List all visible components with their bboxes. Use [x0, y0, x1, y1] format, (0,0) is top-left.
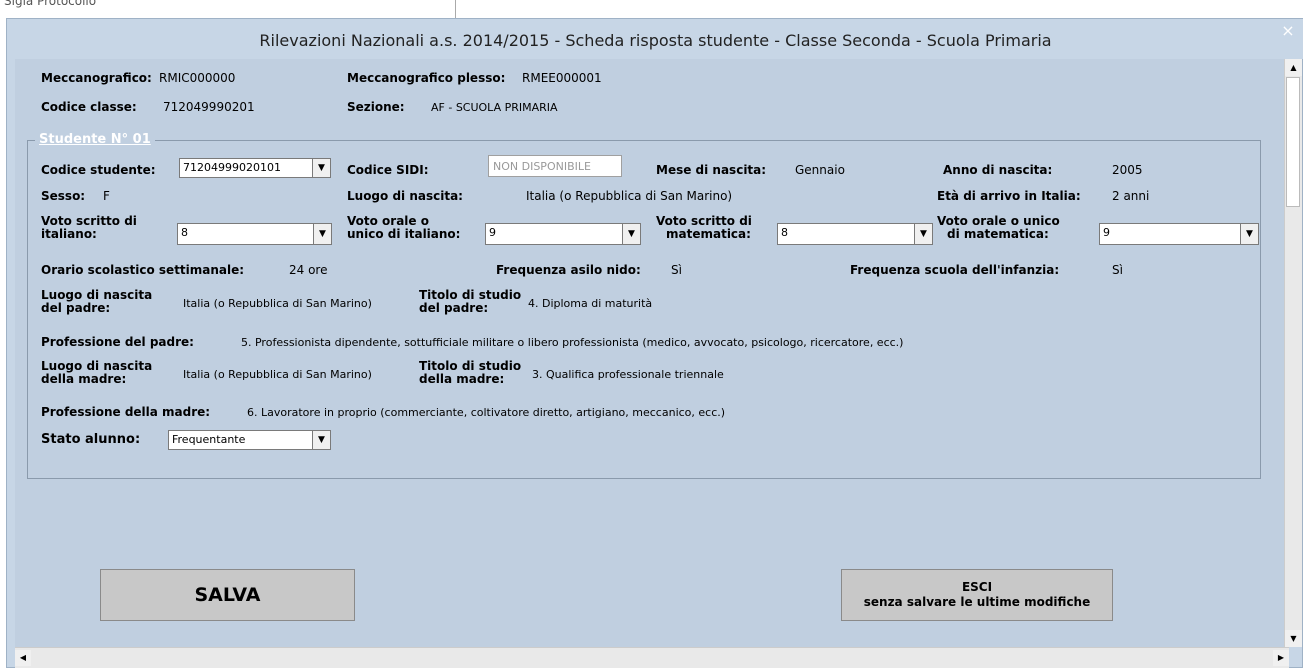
background-divider — [455, 0, 456, 18]
sesso-value: F — [103, 189, 110, 203]
asilo-nido-label: Frequenza asilo nido: — [496, 263, 641, 277]
titolo-studio-padre-value: 4. Diploma di maturità — [528, 297, 653, 310]
meccanografico-value: RMIC000000 — [159, 71, 236, 85]
asilo-nido-value: Sì — [671, 263, 682, 277]
voto-orale-italiano-value: 9 — [489, 226, 496, 239]
professione-padre-label: Professione del padre: — [41, 335, 194, 349]
meccanografico-label: Meccanografico: — [41, 71, 152, 85]
voto-orale-matematica-label: Voto orale o unico di matematica: — [937, 215, 1060, 241]
luogo-nascita-madre-label-line2: della madre: — [41, 372, 127, 386]
voto-scritto-italiano-value: 8 — [181, 226, 188, 239]
esci-button-label-line1: ESCI — [961, 580, 993, 594]
anno-nascita-label: Anno di nascita: — [943, 163, 1053, 177]
professione-madre-label: Professione della madre: — [41, 405, 211, 419]
codice-classe-label: Codice classe: — [41, 100, 137, 114]
scuola-infanzia-label: Frequenza scuola dell'infanzia: — [850, 263, 1060, 277]
voto-scritto-italiano-label-line2: italiano: — [41, 227, 97, 241]
codice-sidi-field[interactable]: NON DISPONIBILE — [488, 155, 622, 177]
chevron-down-icon[interactable]: ▼ — [914, 224, 932, 244]
meccanografico-plesso-value: RMEE000001 — [522, 71, 602, 85]
vertical-scrollbar[interactable]: ▲ ▼ — [1284, 59, 1302, 647]
background-window-strip: Sigla Protocollo — [0, 0, 1303, 18]
professione-madre-value: 6. Lavoratore in proprio (commerciante, … — [247, 406, 726, 419]
scroll-down-icon[interactable]: ▼ — [1285, 630, 1302, 647]
anno-nascita-value: 2005 — [1112, 163, 1143, 177]
luogo-nascita-padre-value: Italia (o Repubblica di San Marino) — [183, 297, 372, 310]
horizontal-scrollbar[interactable]: ◀ ▶ — [15, 647, 1289, 668]
scroll-thumb[interactable] — [1286, 77, 1300, 207]
eta-arrivo-label: Età di arrivo in Italia: — [937, 189, 1081, 203]
dialog-window: Rilevazioni Nazionali a.s. 2014/2015 - S… — [6, 18, 1303, 668]
voto-orale-italiano-label-line2: unico di italiano: — [347, 227, 461, 241]
voto-orale-matematica-value: 9 — [1103, 226, 1110, 239]
voto-orale-italiano-label: Voto orale o unico di italiano: — [347, 215, 460, 241]
stato-alunno-label: Stato alunno: — [41, 432, 141, 447]
scroll-left-icon[interactable]: ◀ — [15, 650, 31, 666]
luogo-nascita-madre-value: Italia (o Repubblica di San Marino) — [183, 368, 372, 381]
voto-scritto-matematica-label-line2: matematica: — [666, 227, 751, 241]
professione-padre-value: 5. Professionista dipendente, sottuffici… — [241, 336, 904, 349]
chevron-down-icon[interactable]: ▼ — [1240, 224, 1258, 244]
codice-sidi-value: NON DISPONIBILE — [493, 160, 591, 173]
chevron-down-icon[interactable]: ▼ — [312, 159, 330, 177]
eta-arrivo-value: 2 anni — [1112, 189, 1150, 203]
voto-orale-matematica-label-line2: di matematica: — [947, 227, 1049, 241]
esci-button-label-line2: senza salvare le ultime modifiche — [863, 595, 1091, 609]
scuola-infanzia-value: Sì — [1112, 263, 1123, 277]
title-bar: Rilevazioni Nazionali a.s. 2014/2015 - S… — [7, 19, 1303, 59]
voto-scritto-matematica-combo[interactable]: 8 ▼ — [777, 223, 933, 245]
titolo-studio-madre-value: 3. Qualifica professionale triennale — [532, 368, 724, 381]
voto-orale-italiano-combo[interactable]: 9 ▼ — [485, 223, 641, 245]
titolo-studio-madre-label-line2: della madre: — [419, 372, 505, 386]
orario-value: 24 ore — [289, 263, 328, 277]
luogo-nascita-padre-label-line2: del padre: — [41, 301, 111, 315]
stato-alunno-value: Frequentante — [172, 433, 246, 446]
chevron-down-icon[interactable]: ▼ — [312, 431, 330, 449]
mese-nascita-value: Gennaio — [795, 163, 845, 177]
voto-orale-matematica-combo[interactable]: 9 ▼ — [1099, 223, 1259, 245]
sezione-value: AF - SCUOLA PRIMARIA — [431, 101, 558, 114]
luogo-nascita-madre-label: Luogo di nascita della madre: — [41, 360, 152, 386]
student-frame-title: Studente N° 01 — [35, 132, 155, 147]
stato-alunno-combo[interactable]: Frequentante ▼ — [168, 430, 331, 450]
codice-studente-combo[interactable]: 71204999020101 ▼ — [179, 158, 331, 178]
sezione-label: Sezione: — [347, 100, 405, 114]
voto-scritto-italiano-combo[interactable]: 8 ▼ — [177, 223, 332, 245]
luogo-nascita-label: Luogo di nascita: — [347, 189, 463, 203]
salva-button[interactable]: SALVA — [100, 569, 355, 621]
titolo-studio-padre-label-line2: del padre: — [419, 301, 489, 315]
mese-nascita-label: Mese di nascita: — [656, 163, 767, 177]
voto-scritto-matematica-value: 8 — [781, 226, 788, 239]
esci-button[interactable]: ESCI senza salvare le ultime modifiche — [841, 569, 1113, 621]
chevron-down-icon[interactable]: ▼ — [622, 224, 640, 244]
window-title: Rilevazioni Nazionali a.s. 2014/2015 - S… — [259, 31, 1052, 50]
scroll-up-icon[interactable]: ▲ — [1285, 59, 1302, 76]
codice-classe-value: 712049990201 — [163, 100, 255, 114]
chevron-down-icon[interactable]: ▼ — [313, 224, 331, 244]
codice-studente-value: 71204999020101 — [183, 161, 281, 174]
codice-studente-label: Codice studente: — [41, 163, 156, 177]
orario-label: Orario scolastico settimanale: — [41, 263, 245, 277]
codice-sidi-label: Codice SIDI: — [347, 163, 429, 177]
scroll-right-icon[interactable]: ▶ — [1273, 650, 1289, 666]
close-icon[interactable]: × — [1276, 19, 1300, 43]
titolo-studio-madre-label: Titolo di studio della madre: — [419, 360, 521, 386]
titolo-studio-padre-label: Titolo di studio del padre: — [419, 289, 521, 315]
luogo-nascita-value: Italia (o Repubblica di San Marino) — [526, 189, 733, 203]
meccanografico-plesso-label: Meccanografico plesso: — [347, 71, 506, 85]
form-area: Meccanografico: RMIC000000 Meccanografic… — [15, 59, 1289, 647]
luogo-nascita-padre-label: Luogo di nascita del padre: — [41, 289, 152, 315]
voto-scritto-matematica-label: Voto scritto di matematica: — [656, 215, 752, 241]
background-strip-text: Sigla Protocollo — [4, 0, 97, 8]
voto-scritto-italiano-label: Voto scritto di italiano: — [41, 215, 137, 241]
sesso-label: Sesso: — [41, 189, 86, 203]
